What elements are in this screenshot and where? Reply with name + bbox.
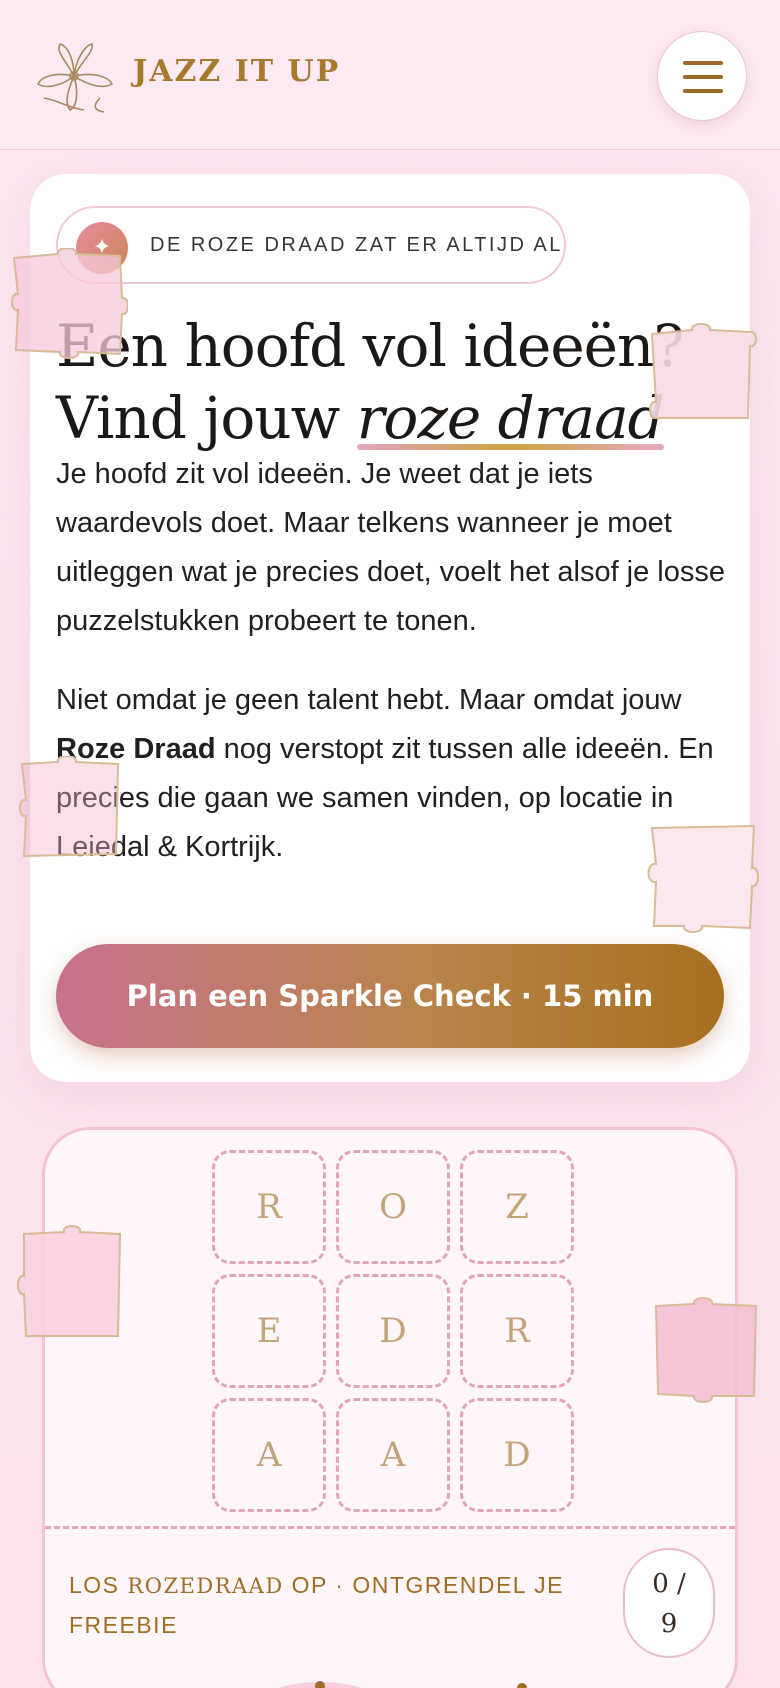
puzzle-divider [45,1526,735,1529]
progress-counter: 0 / 9 [623,1548,715,1658]
gift-icon [278,1681,527,1688]
flower-logo-icon[interactable] [34,38,116,114]
puzzle-tile[interactable]: A [212,1398,326,1512]
tagline-text: DE ROZE DRAAD ZAT ER ALTIJD AL [150,234,563,256]
hero-title-line1: Een hoofd vol ideeën? [56,312,684,380]
hero-title-line2-plain: Vind jouw [56,384,357,452]
brand-name[interactable]: JAZZ IT UP [133,54,340,89]
puzzle-tile[interactable]: O [336,1150,450,1264]
hero-title-accent: roze draad [356,384,665,452]
puzzle-piece-icon [647,824,759,933]
site-header: JAZZ IT UP [0,0,780,150]
hero-card: ✦ DE ROZE DRAAD ZAT ER ALTIJD AL Een hoo… [30,174,750,1082]
hero-title-line2: Vind jouw roze draad [56,382,736,454]
puzzle-piece-icon [19,756,120,858]
hero-paragraph-2-start: Niet omdat je geen talent hebt. Maar omd… [56,684,682,716]
hero-title: Een hoofd vol ideeën? Vind jouw roze dra… [56,310,736,454]
puzzle-piece-icon [11,248,128,359]
hero-paragraph-1: Je hoofd zit vol ideeën. Je weet dat je … [56,458,726,637]
sparkle-check-cta-button[interactable]: Plan een Sparkle Check · 15 min [56,944,724,1048]
puzzle-tile[interactable]: D [460,1398,574,1512]
puzzle-tile[interactable]: A [336,1398,450,1512]
unlock-word: ROZEDRAAD [127,1574,284,1598]
tagline-pill: ✦ DE ROZE DRAAD ZAT ER ALTIJD AL [56,206,566,284]
unlock-instruction: LOS ROZEDRAAD OP · ONTGRENDEL JE FREEBIE [69,1566,589,1645]
puzzle-tile[interactable]: R [460,1274,574,1388]
puzzle-piece-icon [17,1225,122,1337]
puzzle-card: R O Z E D R A A D LOS ROZEDRAAD OP · ONT… [42,1127,738,1688]
puzzle-tile[interactable]: E [212,1274,326,1388]
puzzle-tile[interactable]: R [212,1150,326,1264]
puzzle-tile[interactable]: D [336,1274,450,1388]
counter-bottom: 9 [660,1609,678,1639]
menu-button[interactable] [657,31,747,121]
hamburger-menu-icon [683,61,723,65]
puzzle-piece-icon [654,1297,758,1403]
puzzle-piece-icon [649,323,757,420]
hero-paragraph-2: Niet omdat je geen talent hebt. Maar omd… [56,676,736,872]
puzzle-tile[interactable]: Z [460,1150,574,1264]
unlock-prefix: LOS [69,1572,128,1598]
counter-top: 0 / [652,1569,686,1599]
